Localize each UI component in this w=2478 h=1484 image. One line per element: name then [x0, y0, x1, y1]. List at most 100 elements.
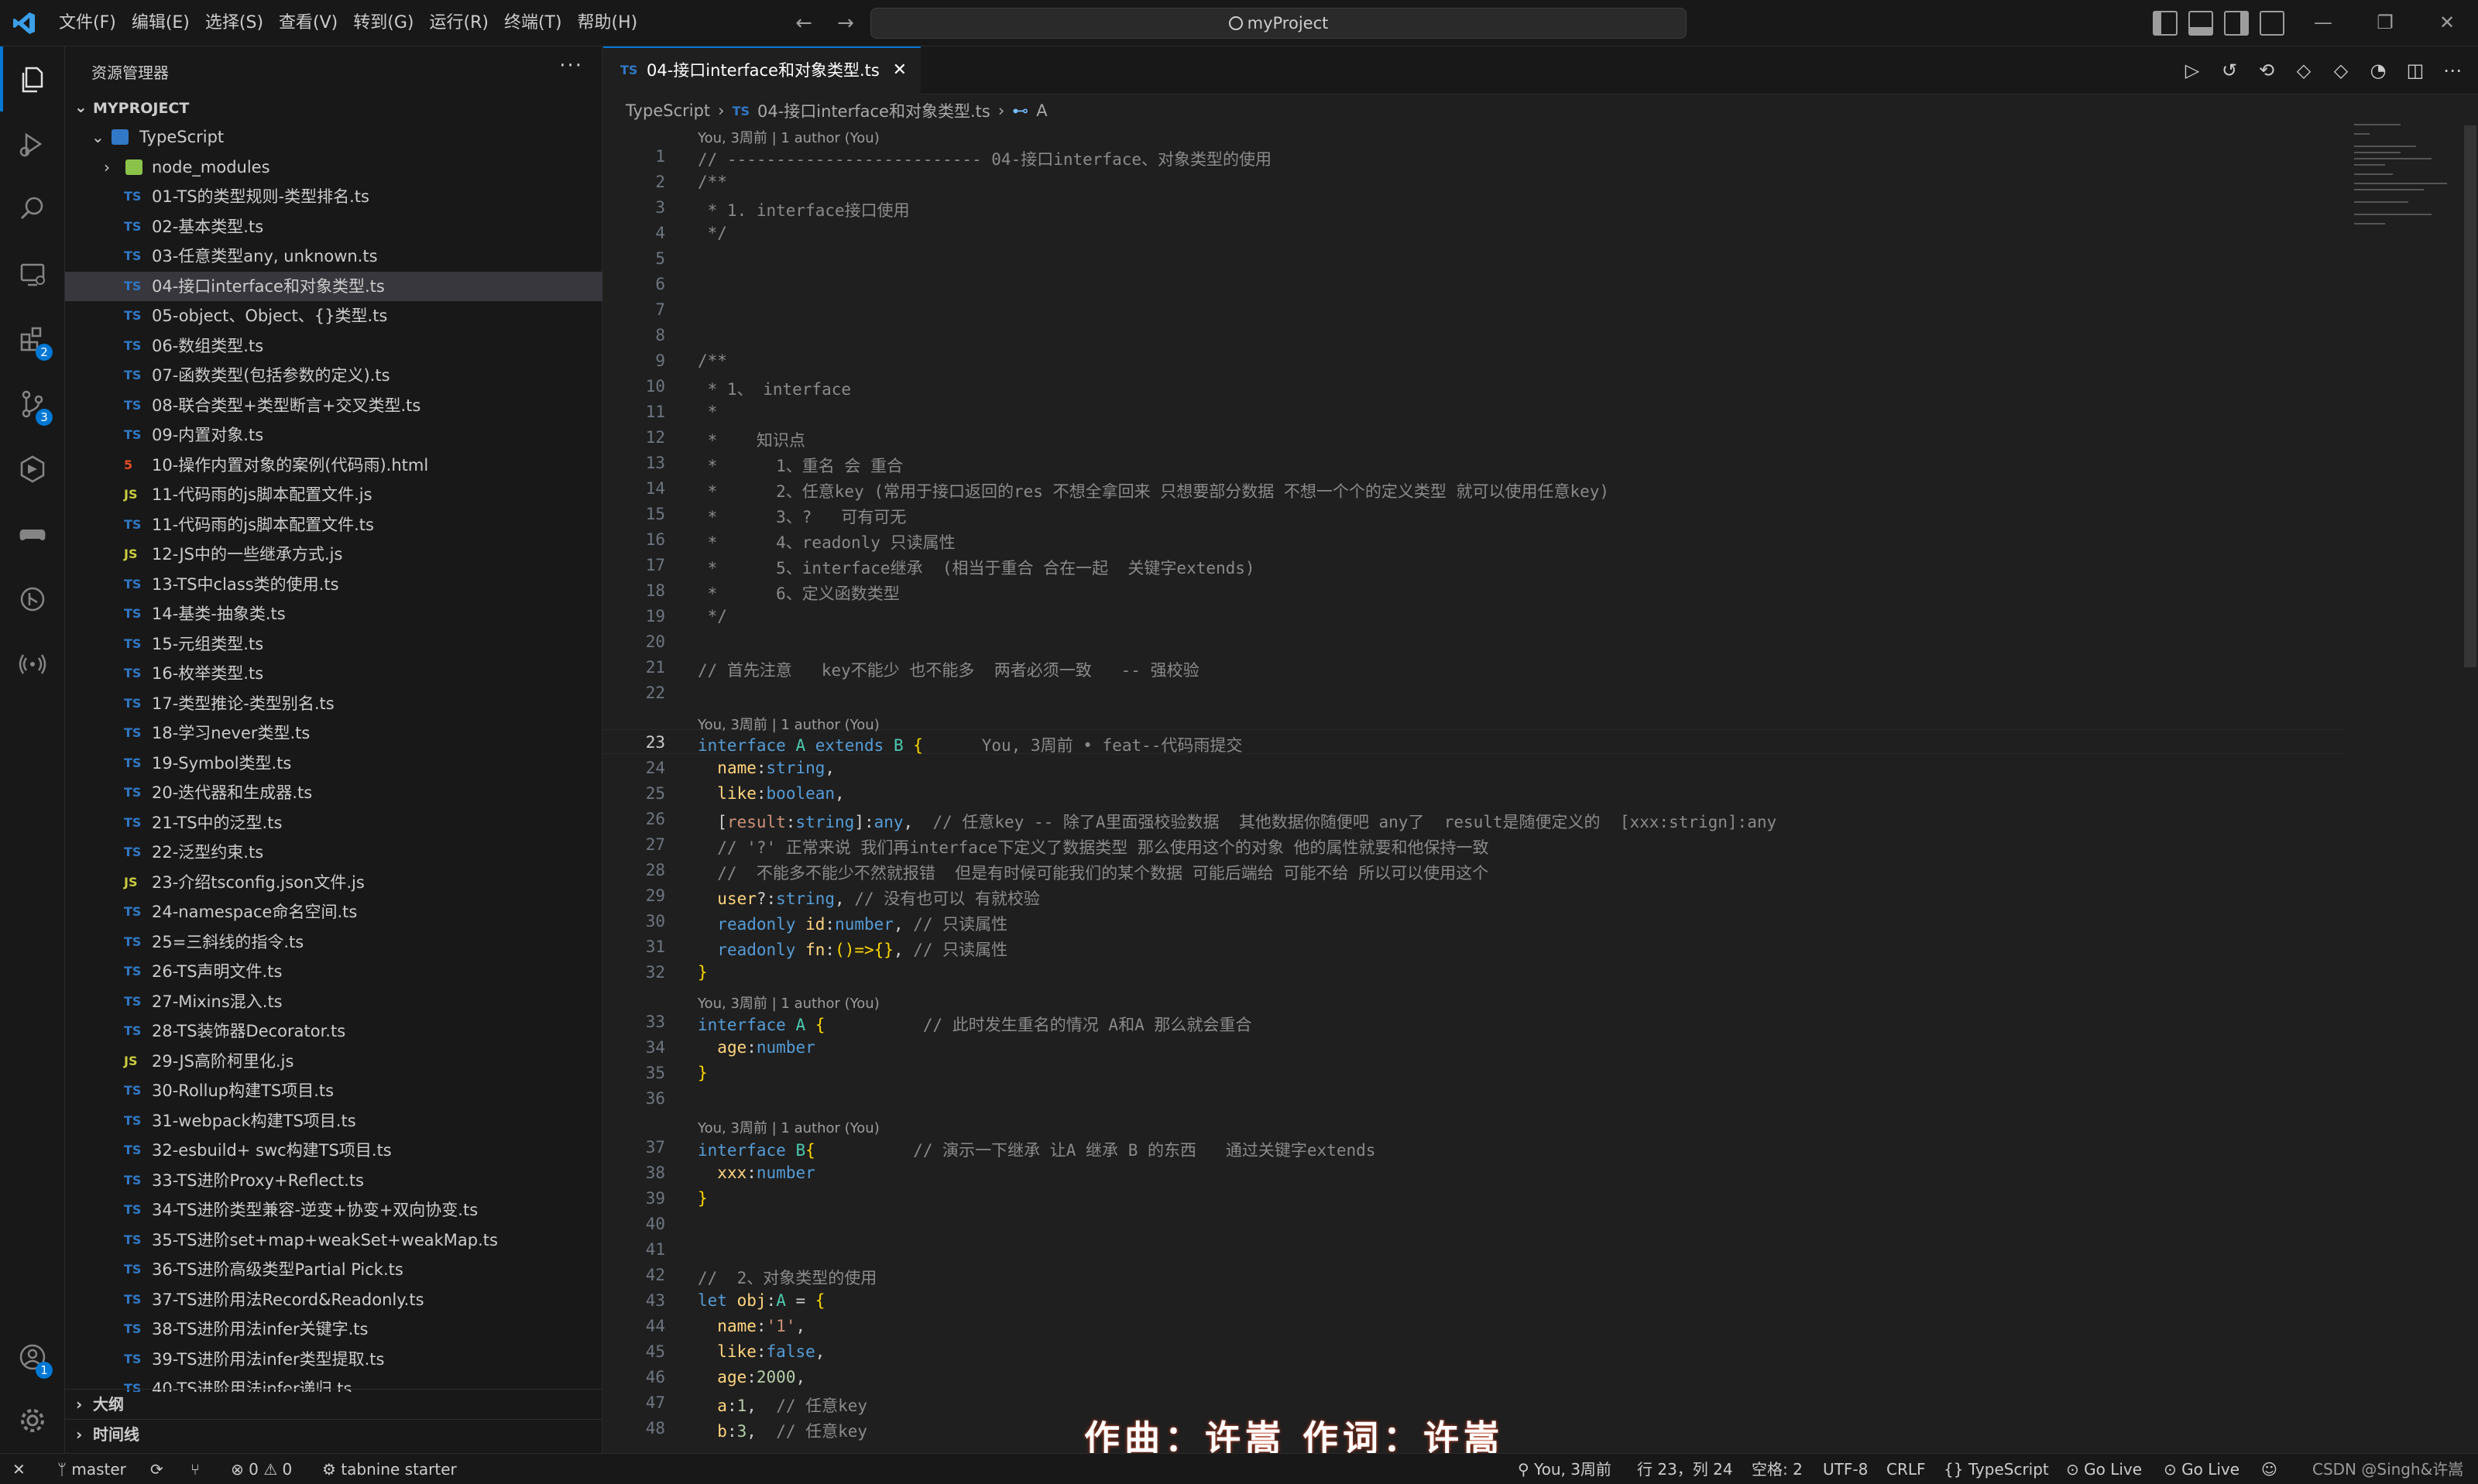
- timeline-section[interactable]: › 时间线: [65, 1419, 602, 1448]
- folder-typescript[interactable]: ⌄ TypeScript: [65, 122, 602, 153]
- file-item[interactable]: TS 39-TS进阶用法infer类型提取.ts: [65, 1345, 602, 1375]
- sync-icon[interactable]: ⟳: [150, 1454, 163, 1484]
- file-item[interactable]: TS 15-元组类型.ts: [65, 629, 602, 660]
- file-item[interactable]: TS 18-学习never类型.ts: [65, 718, 602, 749]
- minimap[interactable]: [2346, 124, 2455, 232]
- language-status[interactable]: {} TypeScript: [1944, 1454, 2049, 1484]
- file-item[interactable]: TS 35-TS进阶set+map+weakSet+weakMap.ts: [65, 1225, 602, 1256]
- close-window-button[interactable]: ✕: [2416, 0, 2478, 46]
- file-item[interactable]: TS 22-泛型约束.ts: [65, 838, 602, 868]
- more-actions-icon[interactable]: ···: [559, 54, 583, 77]
- split-editor-icon[interactable]: ◫: [2404, 59, 2427, 82]
- file-item[interactable]: TS 32-esbuild+ swc构建TS项目.ts: [65, 1136, 602, 1166]
- file-item[interactable]: JS 11-代码雨的js脚本配置文件.js: [65, 480, 602, 510]
- search-activity[interactable]: [0, 177, 65, 242]
- toggle-secondary-sidebar-icon[interactable]: [2224, 11, 2249, 36]
- file-item[interactable]: TS 08-联合类型+类型断言+交叉类型.ts: [65, 391, 602, 421]
- command-center-search[interactable]: myProject: [870, 8, 1687, 39]
- file-item[interactable]: TS 17-类型推论-类型别名.ts: [65, 689, 602, 719]
- file-item[interactable]: TS 03-任意类型any, unknown.ts: [65, 242, 602, 272]
- back-arrow-icon[interactable]: ←: [790, 9, 818, 37]
- menu-go[interactable]: 转到(G): [345, 0, 421, 46]
- tabnine-status[interactable]: ⚙ tabnine starter: [322, 1454, 457, 1484]
- breadcrumb-folder[interactable]: TypeScript: [626, 101, 710, 120]
- previous-change-icon[interactable]: ◇: [2292, 59, 2315, 82]
- file-item[interactable]: TS 20-迭代器和生成器.ts: [65, 778, 602, 808]
- file-item[interactable]: TS 34-TS进阶类型兼容-逆变+协变+双向协变.ts: [65, 1195, 602, 1225]
- git-compare-icon[interactable]: ⟲: [2255, 59, 2278, 82]
- file-item[interactable]: TS 31-webpack构建TS项目.ts: [65, 1106, 602, 1136]
- folder-node-modules[interactable]: › node_modules: [65, 153, 602, 183]
- broadcast-activity[interactable]: [0, 632, 65, 697]
- encoding-status[interactable]: UTF-8: [1823, 1454, 1868, 1484]
- problems-status[interactable]: ⊗ 0 ⚠ 0: [231, 1454, 292, 1484]
- file-item[interactable]: TS 30-Rollup构建TS项目.ts: [65, 1076, 602, 1106]
- file-item[interactable]: TS 21-TS中的泛型.ts: [65, 808, 602, 838]
- extensions-activity[interactable]: 2: [0, 307, 65, 372]
- remote-explorer-activity[interactable]: [0, 242, 65, 307]
- outline-section[interactable]: › 大纲: [65, 1389, 602, 1418]
- file-item[interactable]: TS 27-Mixins混入.ts: [65, 987, 602, 1017]
- codelens[interactable]: You, 3周前 | 1 author (You): [698, 714, 880, 734]
- source-control-activity[interactable]: 3: [0, 372, 65, 437]
- more-icon[interactable]: ⋯: [2441, 59, 2464, 82]
- menu-view[interactable]: 查看(V): [271, 0, 345, 46]
- file-item[interactable]: JS 12-JS中的一些继承方式.js: [65, 540, 602, 570]
- menu-run[interactable]: 运行(R): [421, 0, 496, 46]
- next-change-icon[interactable]: ◇: [2329, 59, 2353, 82]
- file-item[interactable]: TS 28-TS装饰器Decorator.ts: [65, 1016, 602, 1047]
- menu-terminal[interactable]: 终端(T): [496, 0, 570, 46]
- file-item[interactable]: TS 36-TS进阶高级类型Partial Pick.ts: [65, 1255, 602, 1285]
- manage-activity[interactable]: [0, 1388, 65, 1453]
- file-item[interactable]: TS 02-基本类型.ts: [65, 212, 602, 242]
- indentation-status[interactable]: 空格: 2: [1752, 1454, 1803, 1484]
- file-item[interactable]: TS 01-TS的类型规则-类型排名.ts: [65, 182, 602, 212]
- timeline-icon[interactable]: ◔: [2366, 59, 2390, 82]
- file-item[interactable]: JS 23-介绍tsconfig.json文件.js: [65, 868, 602, 898]
- file-item[interactable]: 5 10-操作内置对象的案例(代码雨).html: [65, 451, 602, 481]
- menu-file[interactable]: 文件(F): [51, 0, 124, 46]
- file-item[interactable]: TS 06-数组类型.ts: [65, 331, 602, 362]
- toggle-primary-sidebar-icon[interactable]: [2153, 11, 2178, 36]
- git-graph-activity[interactable]: [0, 567, 65, 632]
- file-item[interactable]: TS 16-枚举类型.ts: [65, 659, 602, 689]
- file-item[interactable]: TS 11-代码雨的js脚本配置文件.ts: [65, 510, 602, 540]
- file-item[interactable]: TS 14-基类-抽象类.ts: [65, 599, 602, 629]
- file-item[interactable]: TS 19-Symbol类型.ts: [65, 749, 602, 779]
- go-live-button-2[interactable]: ⊙ Go Live: [2164, 1454, 2239, 1484]
- file-item[interactable]: TS 26-TS声明文件.ts: [65, 957, 602, 987]
- breadcrumb-file[interactable]: 04-接口interface和对象类型.ts: [757, 99, 990, 122]
- file-item[interactable]: TS 38-TS进阶用法infer关键字.ts: [65, 1314, 602, 1345]
- go-live-button[interactable]: ⊙ Go Live: [2066, 1454, 2142, 1484]
- file-item[interactable]: TS 05-object、Object、{}类型.ts: [65, 301, 602, 331]
- customize-layout-icon[interactable]: [2260, 11, 2284, 36]
- file-item[interactable]: TS 25=三斜线的指令.ts: [65, 927, 602, 958]
- codelens[interactable]: You, 3周前 | 1 author (You): [698, 992, 880, 1013]
- deploy-activity[interactable]: [0, 437, 65, 502]
- cursor-position[interactable]: 行 23，列 24: [1637, 1454, 1733, 1484]
- restore-button[interactable]: ❐: [2354, 0, 2416, 46]
- tab-active-file[interactable]: TS 04-接口interface和对象类型.ts ✕: [603, 46, 921, 94]
- file-item[interactable]: TS 37-TS进阶用法Record&Readonly.ts: [65, 1285, 602, 1315]
- eol-status[interactable]: CRLF: [1886, 1454, 1926, 1484]
- minimize-button[interactable]: —: [2292, 0, 2354, 46]
- menu-selection[interactable]: 选择(S): [197, 0, 271, 46]
- blame-status[interactable]: ⚲ You, 3周前: [1518, 1454, 1611, 1484]
- codelens[interactable]: You, 3周前 | 1 author (You): [698, 1117, 880, 1137]
- explorer-activity[interactable]: [0, 46, 65, 111]
- file-item[interactable]: TS 09-内置对象.ts: [65, 420, 602, 451]
- copilot-icon[interactable]: ☺: [2261, 1454, 2277, 1484]
- toggle-panel-icon[interactable]: [2188, 11, 2213, 36]
- code-editor[interactable]: You, 3周前 | 1 author (You) You, 3周前 | 1 a…: [603, 125, 2346, 1453]
- history-icon[interactable]: ↺: [2218, 59, 2241, 82]
- menu-edit[interactable]: 编辑(E): [124, 0, 197, 46]
- remote-indicator-icon[interactable]: ✕: [12, 1454, 26, 1484]
- scroll-thumb[interactable]: [2464, 125, 2476, 667]
- accounts-activity[interactable]: 1: [0, 1325, 65, 1390]
- forward-arrow-icon[interactable]: →: [832, 9, 860, 37]
- editor-scrollbar[interactable]: [2463, 125, 2478, 1441]
- close-tab-icon[interactable]: ✕: [893, 48, 907, 93]
- codelens[interactable]: You, 3周前 | 1 author (You): [698, 127, 880, 147]
- git-graph-status-icon[interactable]: ⑂: [190, 1454, 200, 1484]
- gamepad-activity[interactable]: [0, 502, 65, 567]
